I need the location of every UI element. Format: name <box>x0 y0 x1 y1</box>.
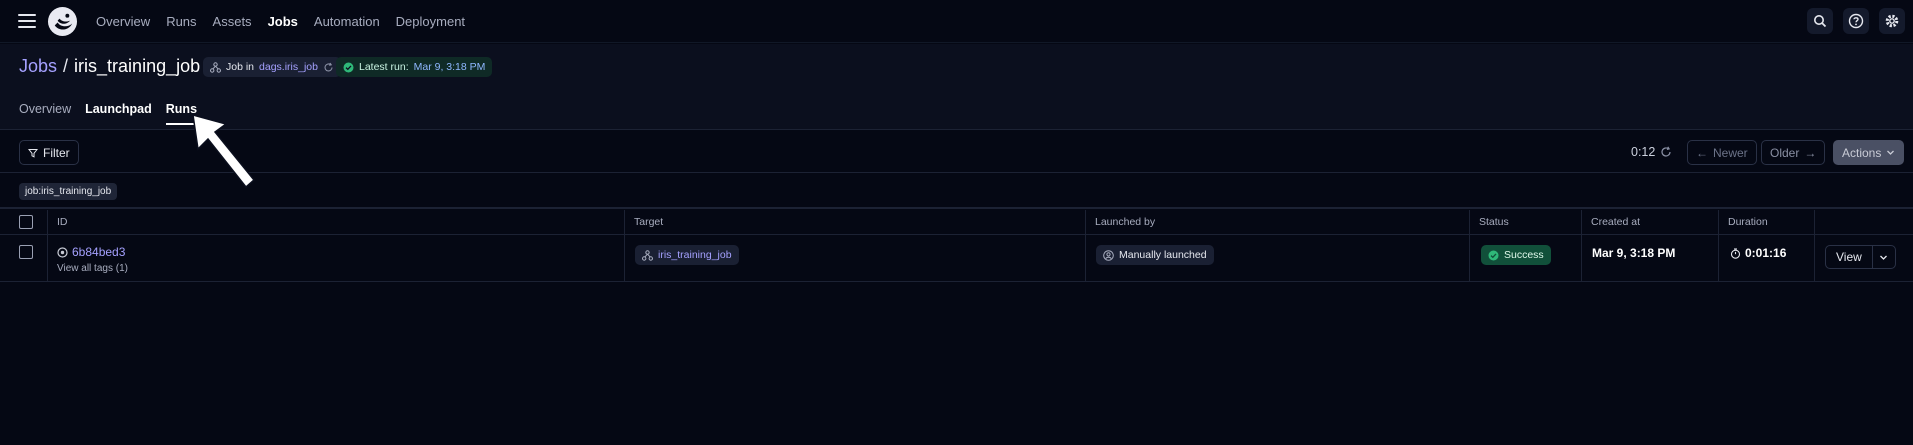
column-target-label: Target <box>634 216 664 228</box>
column-duration-label: Duration <box>1728 216 1768 228</box>
tab-runs[interactable]: Runs <box>165 102 198 125</box>
page-title: Jobs / iris_training_job <box>19 56 200 77</box>
target-label: iris_training_job <box>658 249 732 261</box>
stopwatch-icon <box>1730 247 1741 259</box>
actions-button[interactable]: Actions <box>1833 140 1905 165</box>
latest-run-pill: Latest run: Mar 9, 3:18 PM <box>336 57 493 77</box>
breadcrumb-separator: / <box>63 56 69 76</box>
search-icon[interactable] <box>1807 8 1833 34</box>
runs-toolbar: Filter 0:12 ← Newer Older → Actions <box>0 131 1913 173</box>
success-icon <box>1488 250 1499 260</box>
launched-by-label: Manually launched <box>1119 249 1207 261</box>
chevron-down-icon <box>1880 255 1888 260</box>
nav-assets[interactable]: Assets <box>213 14 252 29</box>
latest-run-link[interactable]: Mar 9, 3:18 PM <box>414 61 486 73</box>
primary-nav: Overview Runs Assets Jobs Automation Dep… <box>96 0 465 43</box>
table-header: ID Target Launched by Status Created at … <box>0 210 1913 235</box>
column-duration: Duration <box>1719 210 1815 234</box>
job-location-pill: Job in dags.iris_job <box>203 57 341 77</box>
duration: 0:01:16 <box>1730 246 1786 260</box>
latest-run-prefix: Latest run: <box>359 61 409 73</box>
gear-icon[interactable] <box>1879 8 1905 34</box>
run-status-dot-icon <box>57 246 68 258</box>
tab-overview[interactable]: Overview <box>19 102 71 125</box>
nav-automation[interactable]: Automation <box>314 14 380 29</box>
job-tabs: Overview Launchpad Runs <box>19 102 198 125</box>
top-icons <box>1807 8 1905 34</box>
filter-label: Filter <box>43 145 70 160</box>
job-pill-prefix: Job in <box>226 61 255 73</box>
arrow-left-icon: ← <box>1696 145 1708 160</box>
column-id-label: ID <box>57 216 68 228</box>
nav-overview[interactable]: Overview <box>96 14 150 29</box>
filter-icon <box>28 148 38 158</box>
row-checkbox[interactable] <box>19 245 33 259</box>
tab-launchpad[interactable]: Launchpad <box>85 102 152 125</box>
row-menu-button[interactable] <box>1873 246 1895 268</box>
actions-label: Actions <box>1842 145 1882 160</box>
nav-runs[interactable]: Runs <box>166 14 196 29</box>
refresh-icon <box>1661 146 1671 157</box>
older-label: Older <box>1770 145 1800 160</box>
user-icon <box>1103 249 1114 261</box>
run-id-link[interactable]: 6b84bed3 <box>57 245 125 259</box>
active-filters: job:iris_training_job <box>0 174 1913 209</box>
view-button[interactable]: View <box>1826 246 1873 268</box>
nav-jobs[interactable]: Jobs <box>268 14 298 29</box>
filter-button[interactable]: Filter <box>19 140 79 165</box>
column-status: Status <box>1470 210 1582 234</box>
top-nav: Overview Runs Assets Jobs Automation Dep… <box>0 0 1913 43</box>
job-icon <box>642 249 653 261</box>
newer-label: Newer <box>1713 145 1748 160</box>
view-all-tags-link[interactable]: View all tags (1) <box>57 263 128 274</box>
column-created-at: Created at <box>1582 210 1719 234</box>
menu-icon[interactable] <box>18 14 36 28</box>
nav-deployment[interactable]: Deployment <box>396 14 465 29</box>
table-row[interactable]: 6b84bed3 View all tags (1) iris_training… <box>0 235 1913 282</box>
reload-icon[interactable] <box>323 62 334 73</box>
run-id: 6b84bed3 <box>72 245 126 259</box>
column-status-label: Status <box>1479 216 1509 228</box>
filter-tag[interactable]: job:iris_training_job <box>19 183 118 200</box>
code-location-link[interactable]: dags.iris_job <box>259 61 318 73</box>
target-chip[interactable]: iris_training_job <box>635 245 739 265</box>
view-button-group: View <box>1825 245 1896 269</box>
launched-by-chip: Manually launched <box>1096 245 1214 265</box>
column-launched-by: Launched by <box>1086 210 1470 234</box>
column-created-at-label: Created at <box>1591 216 1641 228</box>
select-all-checkbox[interactable] <box>19 215 33 229</box>
refresh-timer: 0:12 <box>1631 145 1656 159</box>
chevron-down-icon <box>1887 150 1895 155</box>
success-icon <box>343 62 354 72</box>
page-header: Jobs / iris_training_job Job in dags.iri… <box>0 44 1913 130</box>
runs-table: ID Target Launched by Status Created at … <box>0 210 1913 282</box>
dagster-logo[interactable] <box>47 6 78 37</box>
refresh-countdown[interactable]: 0:12 <box>1631 145 1672 159</box>
duration-value: 0:01:16 <box>1745 246 1787 260</box>
help-icon[interactable] <box>1843 8 1869 34</box>
job-name: iris_training_job <box>74 56 201 76</box>
column-target: Target <box>625 210 1086 234</box>
created-at: Mar 9, 3:18 PM <box>1592 246 1676 260</box>
breadcrumb-jobs[interactable]: Jobs <box>19 56 57 77</box>
status-badge[interactable]: Success <box>1481 245 1551 265</box>
column-launched-by-label: Launched by <box>1095 216 1156 228</box>
newer-button[interactable]: ← Newer <box>1687 140 1757 165</box>
status-label: Success <box>1504 249 1544 261</box>
column-id: ID <box>48 210 625 234</box>
older-button[interactable]: Older → <box>1761 140 1826 165</box>
arrow-right-icon: → <box>1804 145 1817 160</box>
job-icon <box>210 61 221 73</box>
